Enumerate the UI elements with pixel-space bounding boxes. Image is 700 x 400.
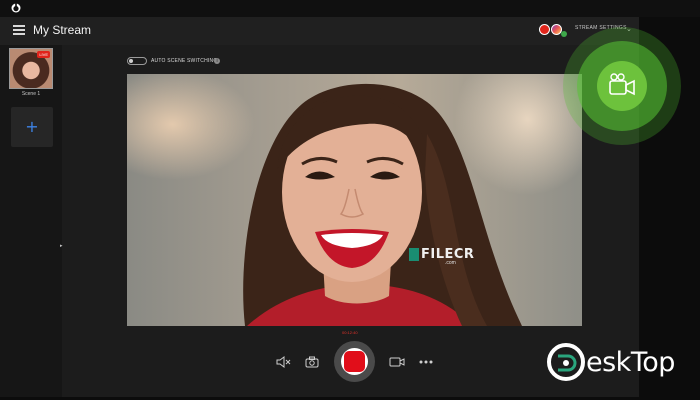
recording-timer: 00:12:40	[342, 330, 358, 335]
scene-label: Scene 1	[21, 91, 41, 97]
camera-icon[interactable]	[305, 356, 319, 368]
desktop-watermark: eskTop	[546, 342, 686, 382]
video-camera-icon[interactable]	[389, 356, 405, 368]
add-scene-button[interactable]: +	[11, 107, 53, 147]
scenes-panel: LIVE Scene 1 + ▸	[0, 45, 63, 397]
desktop-brand-text: eskTop	[586, 347, 675, 378]
status-dot-icon	[561, 31, 567, 37]
title-bar: My Stream STREAM SETTINGS ⌄	[0, 17, 639, 45]
speaker-mute-icon[interactable]	[276, 356, 291, 368]
preview-image	[243, 83, 523, 326]
auto-scene-switching-label: AUTO SCENE SWITCHING	[151, 58, 218, 64]
add-camera-source-button[interactable]	[563, 27, 681, 145]
live-badge: LIVE	[37, 51, 50, 58]
video-camera-plus-icon	[609, 73, 635, 96]
record-stop-icon	[344, 351, 365, 372]
menu-icon[interactable]	[13, 25, 25, 35]
app-logo-icon	[11, 3, 21, 13]
collapse-panel-icon[interactable]: ▸	[60, 243, 63, 249]
watermark-logo-icon	[409, 248, 419, 261]
camera-preview: FILECR .com	[127, 74, 582, 326]
plus-icon: +	[25, 117, 39, 136]
button-core	[597, 61, 647, 111]
watermark-subtext: .com	[445, 260, 456, 266]
connected-platforms[interactable]	[539, 22, 569, 38]
info-icon[interactable]: i	[214, 58, 220, 64]
record-button[interactable]	[334, 341, 375, 382]
youtube-icon	[539, 24, 550, 35]
toggle-knob	[129, 59, 133, 63]
watermark: FILECR .com	[409, 246, 479, 268]
screen: My Stream STREAM SETTINGS ⌄ LIVE Scene 1…	[0, 0, 700, 400]
system-top-bar	[0, 0, 700, 17]
scene-thumbnail[interactable]: LIVE	[9, 48, 53, 89]
more-dots-icon[interactable]	[419, 360, 433, 364]
desktop-logo-icon	[547, 343, 585, 381]
app-window: My Stream STREAM SETTINGS ⌄ LIVE Scene 1…	[0, 17, 639, 397]
stream-title: My Stream	[33, 23, 92, 37]
auto-scene-switching-toggle[interactable]	[127, 57, 147, 65]
